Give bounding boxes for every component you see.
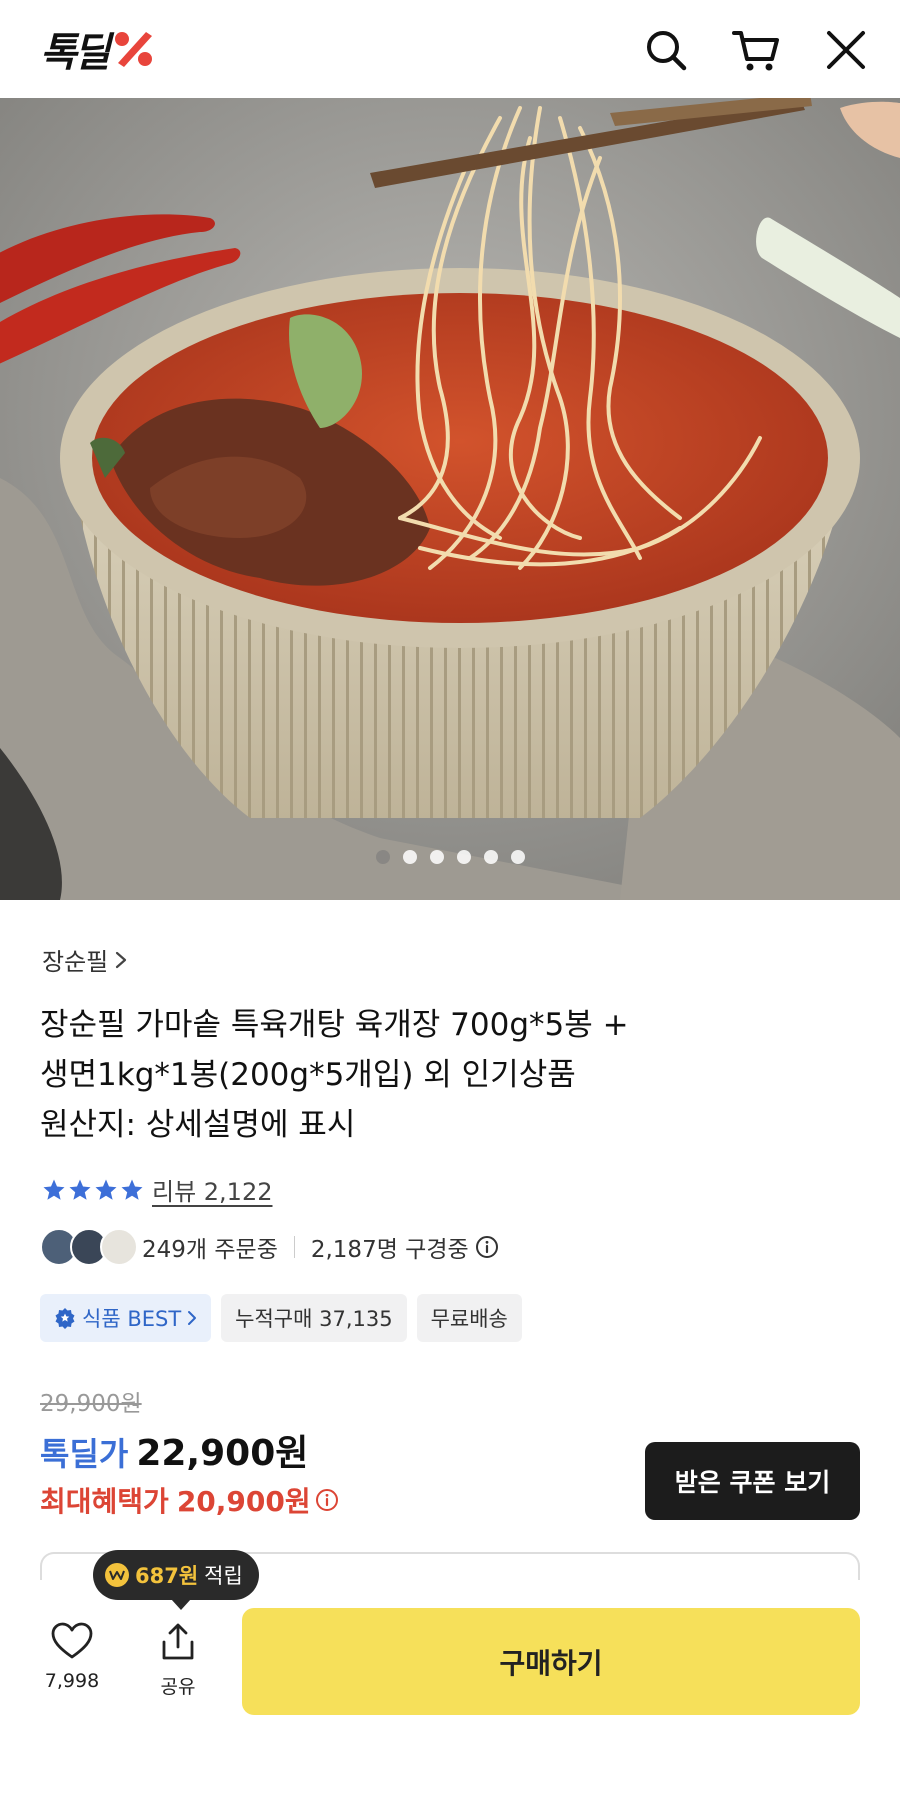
buy-button[interactable]: 구매하기 — [242, 1608, 860, 1715]
share-icon — [162, 1623, 194, 1660]
viewers-count: 2,187명 구경중 — [310, 1237, 469, 1263]
chevron-right-icon — [116, 951, 127, 968]
product-tags: 식품 BEST 누적구매 37,135 무료배송 — [40, 1294, 522, 1342]
carousel-dot[interactable] — [402, 850, 417, 864]
share-label: 공유 — [160, 1676, 196, 1698]
chevron-right-icon — [188, 1311, 197, 1325]
product-image-carousel[interactable] — [0, 98, 900, 900]
product-photo — [0, 98, 900, 900]
best-category-tag[interactable]: 식품 BEST — [40, 1294, 212, 1342]
original-price: 29,900원 — [40, 1391, 142, 1417]
title-line: 생면1kg*1봉(200g*5개입) 외 인기상품 — [40, 1057, 576, 1093]
carousel-dot[interactable] — [510, 850, 525, 864]
logo-text: 톡딜 — [40, 30, 111, 76]
close-icon[interactable] — [822, 26, 870, 74]
like-button[interactable]: 7,998 — [38, 1622, 106, 1692]
avatar — [100, 1228, 138, 1266]
star-icon — [121, 1179, 143, 1200]
badge-icon — [55, 1308, 75, 1329]
coin-icon — [105, 1563, 129, 1587]
max-benefit-price: 20,900원 — [176, 1485, 311, 1518]
carousel-dot[interactable] — [483, 850, 498, 864]
carousel-dot[interactable] — [429, 850, 444, 864]
points-tooltip: 687원 적립 — [93, 1550, 259, 1610]
info-icon[interactable] — [315, 1488, 339, 1512]
star-icon — [69, 1179, 91, 1200]
star-icon — [95, 1179, 117, 1200]
percent-logo-icon — [114, 32, 152, 67]
deal-price: 22,900원 — [136, 1433, 309, 1474]
title-line: 원산지: 상세설명에 표시 — [40, 1107, 356, 1143]
top-header: 톡딜 — [0, 0, 900, 98]
brand-link[interactable]: 장순필 — [42, 942, 128, 977]
free-shipping-tag: 무료배송 — [416, 1294, 522, 1342]
product-title: 장순필 가마솥 특육개탕 육개장 700g*5봉 + 생면1kg*1봉(200g… — [40, 1000, 860, 1150]
like-count: 7,998 — [44, 1670, 100, 1692]
brand-name: 장순필 — [42, 948, 109, 976]
star-icon — [43, 1179, 65, 1200]
search-icon[interactable] — [642, 26, 690, 74]
max-benefit-label: 최대혜택가 — [40, 1485, 169, 1518]
share-button[interactable]: 공유 — [148, 1622, 208, 1699]
carousel-indicator — [0, 850, 900, 864]
cumulative-purchase-tag: 누적구매 37,135 — [221, 1294, 407, 1342]
best-tag-label: 식품 BEST — [82, 1307, 182, 1331]
carousel-dot[interactable] — [375, 850, 390, 864]
view-coupons-button[interactable]: 받은 쿠폰 보기 — [645, 1442, 860, 1520]
review-link[interactable]: 리뷰 2,122 — [152, 1172, 273, 1207]
carousel-dot[interactable] — [456, 850, 471, 864]
cart-icon[interactable] — [732, 26, 780, 74]
orders-count: 249개 주문중 — [142, 1237, 278, 1263]
heart-icon — [51, 1622, 93, 1659]
title-line: 장순필 가마솥 특육개탕 육개장 700g*5봉 + — [40, 1007, 629, 1043]
rating-row: 리뷰 2,122 — [42, 1172, 273, 1207]
deal-price-row: 톡딜가 22,900원 — [40, 1424, 308, 1476]
star-rating — [42, 1178, 144, 1202]
points-suffix: 적립 — [204, 1564, 243, 1588]
buyer-avatars — [40, 1228, 138, 1266]
deal-price-label: 톡딜가 — [40, 1435, 129, 1473]
talkdeal-logo[interactable]: 톡딜 — [40, 24, 156, 76]
social-proof-row: 249개 주문중 2,187명 구경중 — [40, 1228, 499, 1266]
points-amount: 687원 — [135, 1564, 199, 1588]
info-icon[interactable] — [475, 1235, 499, 1259]
divider — [293, 1236, 295, 1258]
max-benefit-row: 최대혜택가 20,900원 — [40, 1480, 339, 1520]
